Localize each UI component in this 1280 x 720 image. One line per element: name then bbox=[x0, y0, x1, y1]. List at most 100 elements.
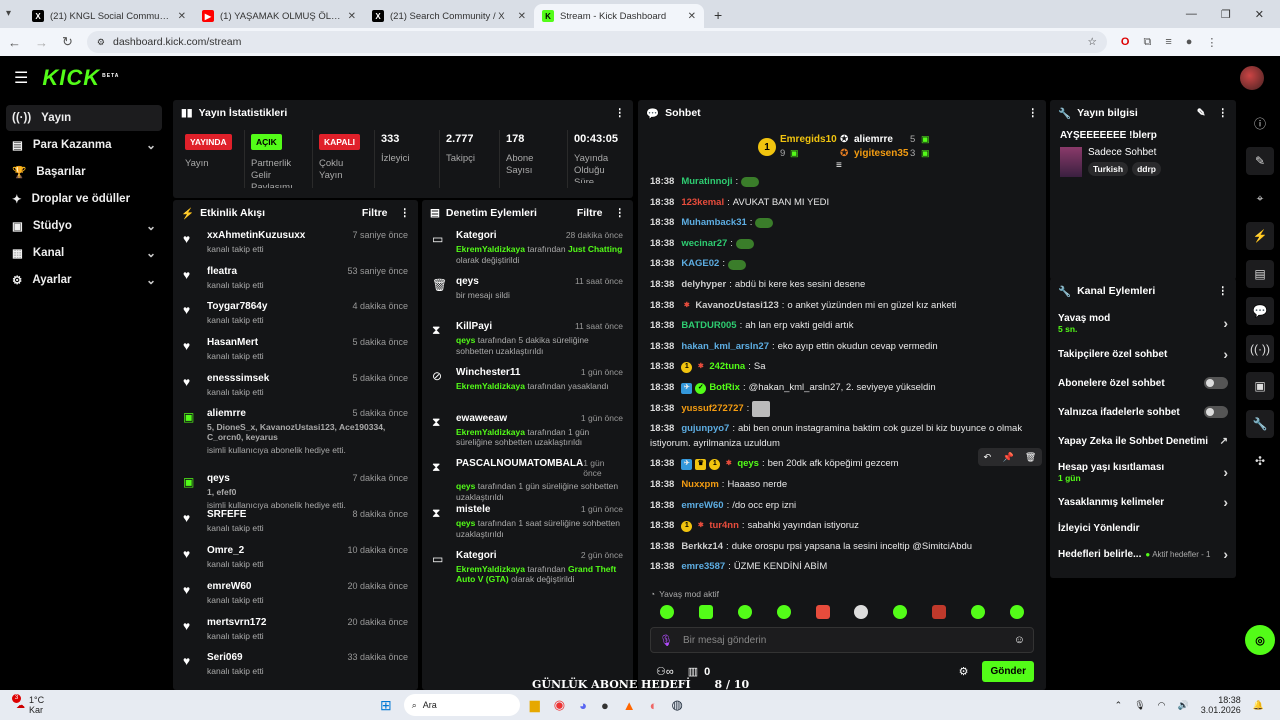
emote-icon[interactable] bbox=[970, 605, 985, 619]
mod-user[interactable]: EkremYaldizkaya bbox=[456, 381, 525, 391]
filter-button[interactable]: Filtre bbox=[362, 207, 388, 219]
moderation-item[interactable]: ⧗ mistele 1 gün önce qeys tarafından 1 saat… bbox=[422, 504, 633, 550]
browser-tab[interactable]: X (21) KNGL Social Community / ✕ bbox=[24, 4, 194, 28]
mod-user[interactable]: qeys bbox=[456, 481, 475, 491]
leader-name[interactable]: aliemrre bbox=[854, 134, 893, 145]
more-menu-icon[interactable]: ⋮ bbox=[1206, 36, 1217, 49]
account-age-action[interactable]: Hesap yaşı kısıtlaması 1 gün › bbox=[1050, 456, 1236, 488]
channel-points-icon[interactable]: ⚇∞ bbox=[656, 665, 674, 678]
close-icon[interactable]: ✕ bbox=[688, 11, 696, 22]
emote-icon[interactable] bbox=[931, 605, 946, 619]
more-menu-icon[interactable]: ⋮ bbox=[615, 107, 626, 119]
weather-widget[interactable]: ☁ 3 1°C Kar bbox=[0, 693, 120, 715]
moderation-item[interactable]: ⧗ PASCALNOUMATOMBALA 1 gün önce qeys tarafı… bbox=[422, 458, 633, 504]
feed-item[interactable]: ♥ enesssimsek 5 dakika önce kanalı takip et… bbox=[173, 373, 418, 409]
emote-icon[interactable] bbox=[737, 605, 752, 619]
chat-message[interactable]: 18:38 yussuf272727: bbox=[638, 399, 1046, 420]
sidebar-item-kanal[interactable]: ▦ Kanal ⌄ bbox=[6, 240, 162, 266]
chat-username[interactable]: Nuxxpm bbox=[681, 475, 718, 496]
chat-message[interactable]: 18:38 emreW60:/do occ erp izni bbox=[638, 496, 1046, 517]
chat-message[interactable]: 18:38 Berkkz14: duke orospu rpsi yapsana l… bbox=[638, 537, 1046, 558]
list-icon[interactable]: ▤ bbox=[1246, 259, 1274, 288]
chat-username[interactable]: yussuf272727 bbox=[681, 399, 743, 420]
obs-icon[interactable]: ● bbox=[601, 698, 609, 713]
close-icon[interactable]: ✕ bbox=[178, 11, 186, 22]
sidebar-item-para-kazanma[interactable]: ▤ Para Kazanma ⌄ bbox=[6, 132, 162, 158]
close-window-icon[interactable]: ✕ bbox=[1255, 8, 1264, 21]
tag-chip[interactable]: ddrp bbox=[1132, 162, 1161, 176]
steam-icon[interactable]: ◍ bbox=[672, 697, 683, 713]
wrench-icon[interactable]: 🔧 bbox=[1246, 409, 1274, 438]
feed-username[interactable]: xxAhmetinKuzusuxx bbox=[207, 230, 305, 241]
feed-username[interactable]: Omre_2 bbox=[207, 545, 244, 556]
moderation-item[interactable]: ▭ Kategori 28 dakika önce EkremYaldizkaya t… bbox=[422, 230, 633, 276]
close-icon[interactable]: ✕ bbox=[348, 11, 356, 22]
moderation-item[interactable]: ⧗ ewaweeaw 1 gün önce EkremYaldizkaya taraf… bbox=[422, 413, 633, 459]
leader-name[interactable]: Emregids10 bbox=[780, 134, 837, 145]
leader-name[interactable]: yigitesen35 bbox=[854, 148, 908, 159]
app-icon[interactable]: ▲ bbox=[623, 698, 636, 713]
feed-item[interactable]: ♥ Omre_2 10 dakika önce kanalı takip etti bbox=[173, 545, 418, 581]
emote-icon[interactable] bbox=[660, 605, 675, 619]
chat-message[interactable]: 18:38 Muhamback31: bbox=[638, 213, 1046, 234]
mod-user[interactable]: EkremYaldizkaya bbox=[456, 244, 525, 254]
sidebar-item-studyo[interactable]: ▣ Stüdyo ⌄ bbox=[6, 213, 162, 239]
goals-action[interactable]: Hedefleri belirle... ● Aktif hedefler - … bbox=[1050, 540, 1236, 568]
chat-message[interactable]: 18:38 hakan_kml_arsln27: eko ayıp ettin ok… bbox=[638, 337, 1046, 358]
mod-user[interactable]: EkremYaldizkaya bbox=[456, 564, 525, 574]
chat-username[interactable]: Muhamback31 bbox=[681, 213, 746, 234]
chat-username[interactable]: BATDUR005 bbox=[681, 316, 736, 337]
back-icon[interactable]: ← bbox=[8, 35, 21, 50]
emote-icon[interactable] bbox=[893, 605, 908, 619]
lightning-icon[interactable]: ⚡ bbox=[1246, 222, 1274, 250]
chat-username[interactable]: KAGE02 bbox=[681, 254, 719, 275]
notifications-icon[interactable]: 🔔 bbox=[1253, 700, 1264, 711]
chat-username[interactable]: wecinar27 bbox=[681, 234, 727, 255]
support-chat-button[interactable]: ◎ bbox=[1245, 625, 1275, 655]
chat-username[interactable]: KavanozUstasi123 bbox=[695, 296, 778, 317]
feed-item[interactable]: ▣ qeys 7 dakika önce 1, efef0 isimli kullanı… bbox=[173, 473, 418, 510]
ai-moderation-action[interactable]: Yapay Zeka ile Sohbet Denetimi ↗ bbox=[1050, 426, 1236, 456]
moderation-item[interactable]: 🗑 qeys 11 saat önce bir mesajı sildi bbox=[422, 276, 633, 322]
followers-only-action[interactable]: Takipçilere özel sohbet › bbox=[1050, 340, 1236, 368]
mic-icon[interactable]: 🎙 bbox=[1134, 700, 1145, 711]
opera-icon[interactable]: O bbox=[1121, 36, 1130, 48]
subs-only-action[interactable]: Abonelere özel sohbet bbox=[1050, 368, 1236, 398]
maximize-icon[interactable]: ❐ bbox=[1221, 8, 1231, 21]
feed-item[interactable]: ♥ fleatra 53 saniye önce kanalı takip etti bbox=[173, 266, 418, 302]
discord-icon[interactable]: ◕ bbox=[579, 698, 587, 713]
emote-icon[interactable] bbox=[815, 605, 830, 619]
chat-message[interactable]: 18:38 BATDUR005: ah lan erp vakti geldi ar… bbox=[638, 316, 1046, 337]
kick-logo[interactable]: KICK BETA bbox=[42, 65, 119, 91]
feed-username[interactable]: aliemrre bbox=[207, 408, 246, 419]
focus-icon[interactable]: ⌖ bbox=[1246, 185, 1274, 213]
chat-message[interactable]: 18:38 ✱ KavanozUstasi123: o anket yüzünden … bbox=[638, 296, 1046, 317]
tab-search-icon[interactable]: ▾ bbox=[6, 8, 11, 19]
chat-message[interactable]: 18:38 ✈ ✓ BotRix: @hakan_kml_arsln27, 2. sev… bbox=[638, 378, 1046, 399]
chat-username[interactable]: 242tuna bbox=[709, 357, 745, 378]
info-icon[interactable]: ⓘ bbox=[1246, 110, 1274, 138]
firefox-icon[interactable]: ◐ bbox=[650, 698, 658, 713]
banned-words-action[interactable]: Yasaklanmış kelimeler › bbox=[1050, 488, 1236, 516]
mod-user[interactable]: qeys bbox=[456, 335, 475, 345]
chat-input[interactable]: 🎙 Bir mesaj gönderin ☺ bbox=[650, 627, 1034, 653]
chrome-icon[interactable]: ◉ bbox=[554, 697, 565, 713]
chat-message[interactable]: 18:38 KAGE02: bbox=[638, 254, 1046, 275]
emote-only-toggle[interactable] bbox=[1204, 406, 1228, 418]
reading-list-icon[interactable]: ≡ bbox=[1165, 36, 1171, 48]
wifi-icon[interactable]: ◠ bbox=[1158, 700, 1166, 711]
sidebar-item-ayarlar[interactable]: ⚙ Ayarlar ⌄ bbox=[6, 267, 162, 293]
chat-username[interactable]: tur4nn bbox=[709, 516, 739, 537]
feed-username[interactable]: Toygar7864y bbox=[207, 301, 267, 312]
slow-mode-action[interactable]: Yavaş mod 5 sn. › bbox=[1050, 306, 1236, 340]
pin-icon[interactable]: 📌 bbox=[1002, 452, 1013, 463]
close-icon[interactable]: ✕ bbox=[518, 11, 526, 22]
feed-username[interactable]: qeys bbox=[207, 473, 230, 484]
chat-message[interactable]: 18:38 Muratinnoji: bbox=[638, 172, 1046, 193]
chat-message[interactable]: 18:38 1 ✱ 242tuna: Sa bbox=[638, 357, 1046, 378]
moderation-item[interactable]: ⊘ Winchester11 1 gün önce EkremYaldizkaya t… bbox=[422, 367, 633, 413]
file-explorer-icon[interactable]: ▆ bbox=[530, 697, 540, 713]
filter-button[interactable]: Filtre bbox=[577, 207, 603, 219]
chat-username[interactable]: delyhyper bbox=[681, 275, 726, 296]
delete-icon[interactable]: 🗑 bbox=[1025, 452, 1036, 463]
